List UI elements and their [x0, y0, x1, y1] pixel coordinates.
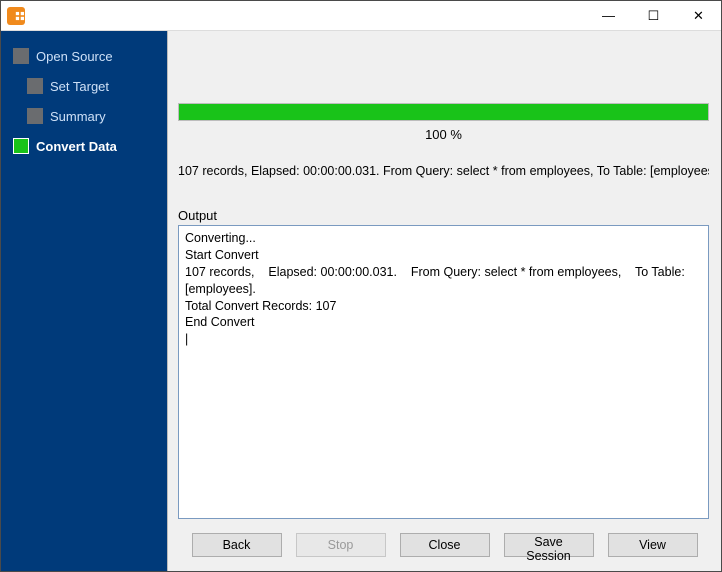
view-button[interactable]: View: [608, 533, 698, 557]
output-text: Converting... Start Convert 107 records,…: [185, 231, 688, 329]
minimize-button[interactable]: —: [586, 1, 631, 30]
back-button[interactable]: Back: [192, 533, 282, 557]
window-controls: — ☐ ✕: [586, 1, 721, 30]
sidebar-item-label: Summary: [50, 109, 106, 124]
stop-button[interactable]: Stop: [296, 533, 386, 557]
progress-section: 100 %: [178, 103, 709, 142]
button-row: Back Stop Close Save Session View: [168, 523, 721, 571]
sidebar-item-label: Convert Data: [36, 139, 117, 154]
progress-fill: [179, 104, 708, 120]
output-label: Output: [178, 208, 709, 223]
maximize-button[interactable]: ☐: [631, 1, 676, 30]
app-icon: [7, 7, 25, 25]
progress-bar: [178, 103, 709, 121]
output-textarea[interactable]: Converting... Start Convert 107 records,…: [178, 225, 709, 519]
main-panel: 100 % 107 records, Elapsed: 00:00:00.031…: [167, 31, 721, 571]
sidebar-item-set-target[interactable]: Set Target: [1, 71, 167, 101]
summary-line: 107 records, Elapsed: 00:00:00.031. From…: [178, 164, 709, 178]
title-bar-left: [1, 7, 31, 25]
step-icon: [27, 108, 43, 124]
save-session-button[interactable]: Save Session: [504, 533, 594, 557]
close-button[interactable]: Close: [400, 533, 490, 557]
step-icon: [13, 138, 29, 154]
content: 100 % 107 records, Elapsed: 00:00:00.031…: [168, 31, 721, 523]
sidebar-item-label: Set Target: [50, 79, 109, 94]
sidebar-item-open-source[interactable]: Open Source: [1, 41, 167, 71]
step-icon: [27, 78, 43, 94]
text-caret: [185, 332, 188, 346]
body: Open Source Set Target Summary Convert D…: [1, 31, 721, 571]
sidebar-item-convert-data[interactable]: Convert Data: [1, 131, 167, 161]
app-window: — ☐ ✕ Open Source Set Target Summary Con…: [0, 0, 722, 572]
top-spacer: [178, 41, 709, 103]
sidebar-item-label: Open Source: [36, 49, 113, 64]
window-close-button[interactable]: ✕: [676, 1, 721, 30]
sidebar: Open Source Set Target Summary Convert D…: [1, 31, 167, 571]
step-icon: [13, 48, 29, 64]
title-bar: — ☐ ✕: [1, 1, 721, 31]
progress-label: 100 %: [178, 127, 709, 142]
sidebar-item-summary[interactable]: Summary: [1, 101, 167, 131]
